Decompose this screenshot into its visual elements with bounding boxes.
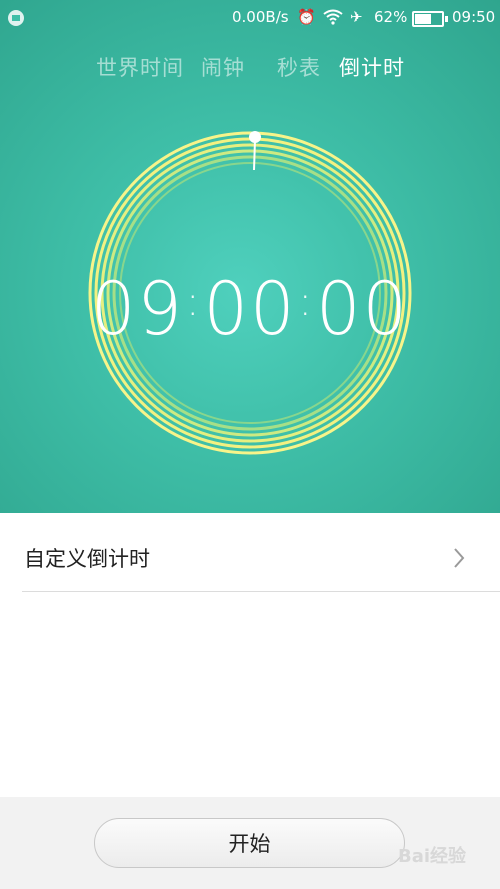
countdown-display: 09:00:00 bbox=[0, 265, 500, 353]
battery-icon bbox=[412, 11, 448, 27]
tab-bar: 世界时间 闹钟 秒表 倒计时 bbox=[0, 52, 500, 88]
timer-separator: : bbox=[298, 279, 315, 325]
chevron-right-icon bbox=[454, 548, 465, 568]
timer-minutes: 00 bbox=[203, 265, 297, 353]
wifi-icon bbox=[323, 9, 343, 28]
notification-icon bbox=[8, 10, 24, 26]
tab-world-time[interactable]: 世界时间 bbox=[96, 52, 184, 82]
airplane-icon: ✈ bbox=[350, 8, 363, 26]
tab-countdown[interactable]: 倒计时 bbox=[339, 52, 405, 82]
custom-countdown-label: 自定义倒计时 bbox=[24, 547, 150, 571]
timer-seconds: 00 bbox=[316, 265, 410, 353]
net-speed: 0.00B/s bbox=[232, 8, 289, 26]
status-bar: 0.00B/s ⏰ ✈ 62% 09:50 bbox=[0, 0, 500, 36]
dial-handle[interactable] bbox=[249, 131, 261, 143]
timer-header: 0.00B/s ⏰ ✈ 62% 09:50 世界时间 闹钟 秒表 倒计时 09:… bbox=[0, 0, 500, 513]
watermark: Bai经验 bbox=[398, 846, 467, 867]
clock-time: 09:50 bbox=[452, 8, 496, 26]
timer-hours: 09 bbox=[90, 265, 184, 353]
alarm-icon: ⏰ bbox=[297, 8, 316, 26]
battery-percent: 62% bbox=[374, 8, 408, 26]
tab-stopwatch[interactable]: 秒表 bbox=[277, 52, 321, 82]
divider bbox=[22, 591, 500, 592]
tab-alarm[interactable]: 闹钟 bbox=[201, 52, 245, 82]
timer-separator: : bbox=[185, 279, 202, 325]
custom-countdown-row[interactable]: 自定义倒计时 bbox=[0, 513, 500, 593]
start-button[interactable]: 开始 bbox=[94, 818, 405, 868]
